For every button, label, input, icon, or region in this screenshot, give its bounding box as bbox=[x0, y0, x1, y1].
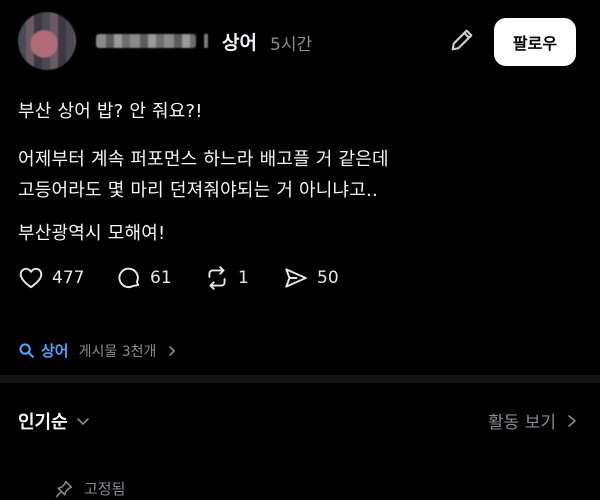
sort-dropdown[interactable]: 인기순 bbox=[18, 408, 90, 434]
post-text-line: 어제부터 계속 퍼포먼스 하느라 배고플 거 같은데 bbox=[18, 149, 389, 170]
search-icon bbox=[19, 343, 34, 358]
username-separator bbox=[204, 34, 208, 48]
like-button[interactable]: 477 bbox=[18, 264, 84, 292]
topic-post-count: 게시물 3천개 bbox=[78, 343, 157, 360]
chevron-right-icon bbox=[568, 414, 576, 427]
pinned-indicator: 고정됨 bbox=[54, 478, 125, 499]
reply-count: 61 bbox=[150, 268, 172, 288]
pinned-label: 고정됨 bbox=[84, 480, 126, 498]
view-activity-link[interactable]: 활동 보기 bbox=[488, 408, 578, 433]
topic-tag[interactable]: 상어 bbox=[222, 28, 257, 55]
share-button[interactable]: 50 bbox=[283, 264, 339, 292]
share-count: 50 bbox=[317, 268, 339, 288]
like-count: 477 bbox=[52, 268, 85, 288]
edit-icon[interactable] bbox=[448, 26, 476, 54]
heart-icon bbox=[19, 267, 43, 289]
chevron-right-icon bbox=[169, 345, 176, 356]
avatar[interactable] bbox=[18, 12, 76, 70]
section-divider bbox=[0, 375, 600, 383]
post-time: 5시간 bbox=[270, 35, 313, 55]
share-icon bbox=[285, 268, 307, 288]
repost-count: 1 bbox=[238, 268, 249, 288]
reply-button[interactable]: 61 bbox=[116, 264, 172, 292]
post-text-line: 부산광역시 모해여! bbox=[18, 223, 166, 244]
pin-icon bbox=[55, 480, 73, 497]
repost-button[interactable]: 1 bbox=[204, 264, 249, 292]
follow-button[interactable]: 팔로우 bbox=[494, 18, 576, 66]
username-blurred[interactable] bbox=[96, 34, 196, 48]
post-text-line: 고등어라도 몇 마리 던져줘야되는 거 아니냐고.. bbox=[18, 180, 378, 201]
sort-label: 인기순 bbox=[18, 412, 68, 433]
chevron-down-icon bbox=[76, 418, 89, 425]
activity-label: 활동 보기 bbox=[488, 413, 556, 433]
comment-icon bbox=[118, 267, 140, 289]
post-text-line: 부산 상어 밥? 안 줘요?! bbox=[18, 101, 203, 122]
topic-name: 상어 bbox=[41, 342, 69, 360]
repost-icon bbox=[208, 266, 226, 290]
topic-link[interactable]: 상어 게시물 3천개 bbox=[18, 340, 178, 361]
